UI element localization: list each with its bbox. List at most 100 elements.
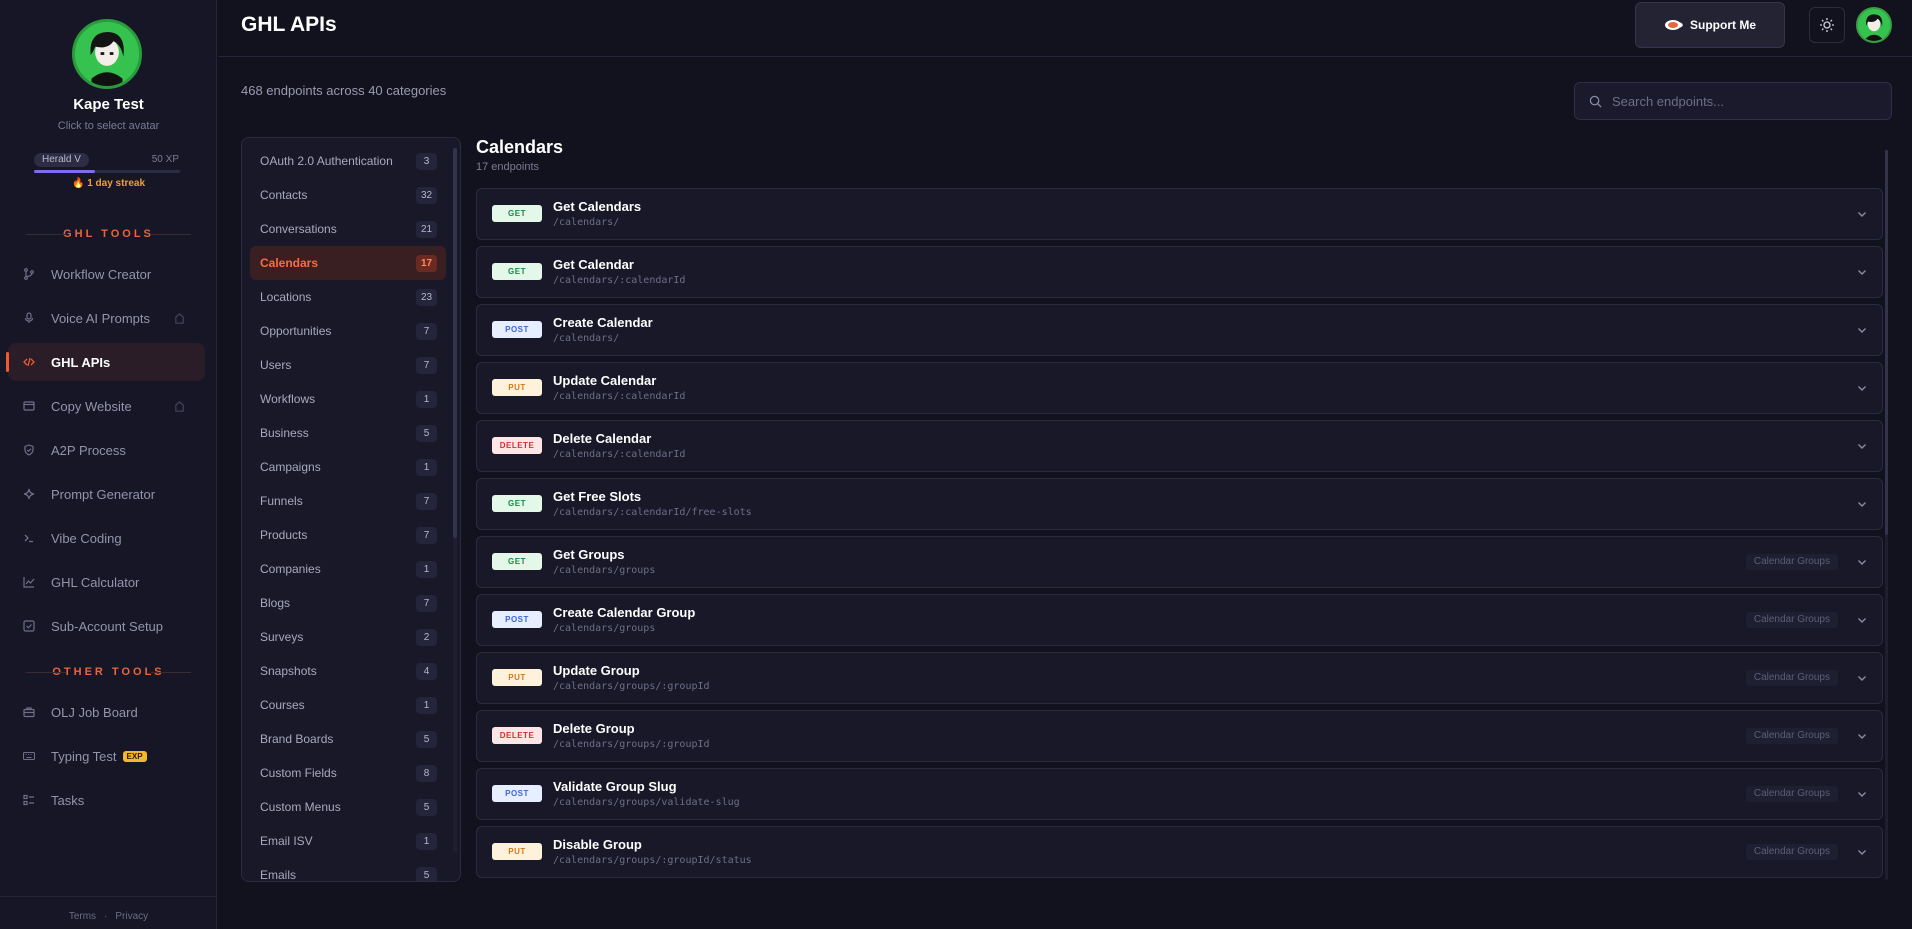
sidebar: Kape Test Click to select avatar Herald … [0,0,217,929]
category-item-users[interactable]: Users 7 [250,348,446,382]
endpoint-row[interactable]: POST Validate Group Slug/calendars/groups… [476,768,1883,820]
endpoint-name: Validate Group Slug [553,779,677,794]
category-item-products[interactable]: Products 7 [250,518,446,552]
endpoint-scroll-thumb[interactable] [1885,150,1888,535]
category-count-badge: 4 [416,662,437,680]
search-input[interactable] [1612,93,1891,109]
sidebar-item-label: GHL Calculator [51,574,140,590]
chevron-down-icon[interactable] [1855,381,1869,395]
footer-separator: · [104,911,108,922]
category-item-brand-boards[interactable]: Brand Boards 5 [250,722,446,756]
category-item-custom-menus[interactable]: Custom Menus 5 [250,790,446,824]
endpoint-row[interactable]: GET Get Free Slots/calendars/:calendarId/… [476,478,1883,530]
category-label: Snapshots [260,664,317,678]
search-box[interactable] [1574,82,1892,120]
category-item-locations[interactable]: Locations 23 [250,280,446,314]
sidebar-item-typing-test[interactable]: Typing Test EXP [8,737,205,775]
category-count-badge: 1 [416,458,437,476]
sidebar-item-copy-website[interactable]: Copy Website [8,387,205,425]
xp-count: 50 XP [151,154,179,165]
sidebar-item-vibe-coding[interactable]: Vibe Coding [8,519,205,557]
endpoint-group-tag: Calendar Groups [1745,844,1838,860]
category-item-workflows[interactable]: Workflows 1 [250,382,446,416]
endpoint-row[interactable]: PUT Update Group/calendars/groups/:groupI… [476,652,1883,704]
category-item-oauth-2-0-authentication[interactable]: OAuth 2.0 Authentication 3 [250,144,446,178]
method-badge: GET [492,263,542,280]
mic-icon [22,311,36,325]
category-item-courses[interactable]: Courses 1 [250,688,446,722]
sidebar-item-sub-account-setup[interactable]: Sub-Account Setup [8,607,205,645]
category-label: Custom Menus [260,800,341,814]
other-tools-heading: OTHER TOOLS [0,666,217,678]
chevron-down-icon[interactable] [1855,613,1869,627]
category-scroll-thumb[interactable] [453,148,457,538]
sidebar-item-tasks[interactable]: Tasks [8,781,205,819]
category-count-badge: 1 [416,560,437,578]
sidebar-item-label: Workflow Creator [51,266,152,282]
sidebar-item-olj-job-board[interactable]: OLJ Job Board [8,693,205,731]
chevron-down-icon[interactable] [1855,787,1869,801]
endpoint-scrollbar[interactable] [1885,150,1888,880]
category-count-badge: 7 [416,526,437,544]
chevron-down-icon[interactable] [1855,265,1869,279]
category-item-business[interactable]: Business 5 [250,416,446,450]
experimental-badge: EXP [122,750,147,762]
category-count-badge: 8 [416,764,437,782]
chevron-down-icon[interactable] [1855,845,1869,859]
sidebar-item-voice-ai-prompts[interactable]: Voice AI Prompts [8,299,205,337]
endpoint-row[interactable]: POST Create Calendar/calendars/ [476,304,1883,356]
chevron-down-icon[interactable] [1855,323,1869,337]
category-item-blogs[interactable]: Blogs 7 [250,586,446,620]
category-item-contacts[interactable]: Contacts 32 [250,178,446,212]
category-item-emails[interactable]: Emails 5 [250,858,446,881]
endpoint-row[interactable]: GET Get Groups/calendars/groups Calendar G… [476,536,1883,588]
category-label: Products [260,528,308,542]
chevron-down-icon[interactable] [1855,207,1869,221]
category-item-snapshots[interactable]: Snapshots 4 [250,654,446,688]
category-item-email-isv[interactable]: Email ISV 1 [250,824,446,858]
category-count-badge: 7 [416,492,437,510]
category-item-companies[interactable]: Companies 1 [250,552,446,586]
sidebar-item-ghl-calculator[interactable]: GHL Calculator [8,563,205,601]
category-scrollbar[interactable] [453,148,457,853]
sidebar-item-ghl-apis[interactable]: GHL APIs [6,343,205,381]
category-item-funnels[interactable]: Funnels 7 [250,484,446,518]
chevron-down-icon[interactable] [1855,671,1869,685]
endpoint-group-tag: Calendar Groups [1745,786,1838,802]
method-badge: PUT [492,843,542,860]
endpoint-row[interactable]: DELETE Delete Group/calendars/groups/:gro… [476,710,1883,762]
endpoint-row[interactable]: POST Create Calendar Group/calendars/grou… [476,594,1883,646]
endpoint-row[interactable]: DELETE Delete Calendar/calendars/:calenda… [476,420,1883,472]
category-item-conversations[interactable]: Conversations 21 [250,212,446,246]
chevron-down-icon[interactable] [1855,439,1869,453]
user-name: Kape Test [73,96,144,113]
sidebar-item-prompt-generator[interactable]: Prompt Generator [8,475,205,513]
sidebar-item-a2p-process[interactable]: A2P Process [8,431,205,469]
category-label: Locations [260,290,312,304]
category-item-opportunities[interactable]: Opportunities 7 [250,314,446,348]
category-item-campaigns[interactable]: Campaigns 1 [250,450,446,484]
endpoint-row[interactable]: GET Get Calendars/calendars/ [476,188,1883,240]
endpoint-row[interactable]: GET Get Calendar/calendars/:calendarId [476,246,1883,298]
category-item-calendars[interactable]: Calendars 17 [250,246,446,280]
method-badge: POST [492,785,542,802]
ghl-tools-heading: GHL TOOLS [0,228,217,240]
method-badge: DELETE [492,727,542,744]
privacy-link[interactable]: Privacy [115,911,148,922]
xp-progress-fill [34,170,96,173]
profile-avatar[interactable] [1856,7,1892,43]
support-me-button[interactable]: Support Me [1635,2,1785,48]
chevron-down-icon[interactable] [1855,555,1869,569]
category-item-surveys[interactable]: Surveys 2 [250,620,446,654]
chevron-down-icon[interactable] [1855,729,1869,743]
sidebar-item-workflow-creator[interactable]: Workflow Creator [8,255,205,293]
category-item-custom-fields[interactable]: Custom Fields 8 [250,756,446,790]
endpoint-row[interactable]: PUT Disable Group/calendars/groups/:group… [476,826,1883,878]
endpoint-group-tag: Calendar Groups [1745,670,1838,686]
user-avatar[interactable] [72,19,142,89]
theme-toggle-button[interactable] [1809,7,1845,43]
terms-link[interactable]: Terms [69,911,96,922]
endpoint-row[interactable]: PUT Update Calendar/calendars/:calendarId [476,362,1883,414]
chevron-down-icon[interactable] [1855,497,1869,511]
endpoint-path: /calendars/:calendarId [553,275,686,286]
